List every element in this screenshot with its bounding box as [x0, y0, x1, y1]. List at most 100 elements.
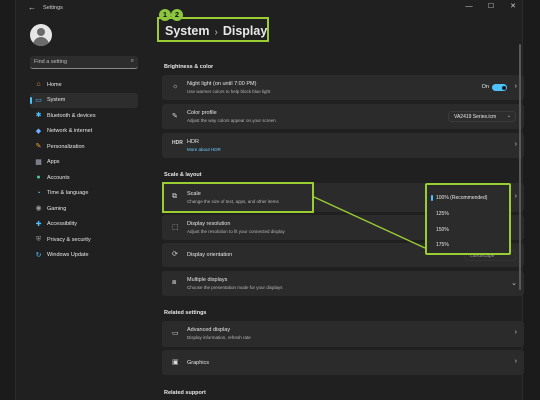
pen-icon: ✎	[172, 113, 178, 120]
back-arrow-icon[interactable]: ←	[28, 3, 36, 12]
advanced-display-title: Advanced display	[187, 327, 231, 333]
sidebar-item-label: Network & internet	[47, 128, 93, 135]
sidebar-item-time-language[interactable]: ◔ Time & language	[30, 186, 138, 202]
sidebar-item-label: Apps	[47, 159, 60, 166]
sidebar-item-label: Gaming	[47, 205, 67, 212]
hdr-row[interactable]: HDR HDR More about HDR ›	[162, 133, 524, 158]
globe-clock-icon: ◔	[36, 189, 41, 197]
sidebar-item-label: Time & language	[47, 190, 89, 197]
sidebar-item-home[interactable]: ⌂ Home	[30, 77, 138, 93]
scale-dropdown-menu[interactable]: 100% (Recommended) 125% 150% 175%	[425, 183, 511, 255]
sidebar-item-network-internet[interactable]: ◆ Network & internet	[30, 124, 138, 140]
shield-icon: ⛨	[35, 236, 42, 244]
search-box[interactable]: ⌕	[30, 56, 138, 69]
section-scale-layout: Scale & layout	[164, 172, 202, 178]
display-resolution-subtitle: Adjust the resolution to fit your connec…	[187, 229, 285, 234]
color-profile-dropdown[interactable]: VA2419 Series.icm ⌄	[448, 111, 516, 122]
avatar-body-shape	[33, 37, 49, 46]
chevron-down-icon[interactable]: ⌄	[511, 279, 517, 287]
home-icon: ⌂	[36, 81, 41, 89]
brush-icon: ✎	[35, 143, 42, 151]
toggle-knob	[501, 85, 506, 90]
orientation-icon: ⟳	[172, 251, 178, 258]
gamepad-icon: ◉	[35, 205, 42, 213]
night-light-subtitle: Use warmer colors to help block blue lig…	[187, 89, 271, 94]
sidebar-item-label: Windows Update	[47, 252, 89, 259]
sidebar-nav: ⌂ Home ▭ System ✱ Bluetooth & devices ◆ Network…	[30, 77, 138, 263]
apps-icon: ▦	[35, 158, 42, 166]
graphics-row[interactable]: ▣ Graphics ›	[162, 350, 524, 375]
color-profile-subtitle: Adjust the way colors appear on your scr…	[187, 118, 276, 123]
section-brightness-color: Brightness & color	[164, 64, 214, 70]
search-icon[interactable]: ⌕	[131, 58, 134, 65]
sidebar-item-accessibility[interactable]: ✚ Accessibility	[30, 217, 138, 233]
breadcrumb-parent[interactable]: System	[165, 24, 209, 38]
scale-option-150[interactable]: 150%	[436, 227, 449, 233]
night-light-title: Night light (on until 7:00 PM)	[187, 81, 257, 87]
scrollbar[interactable]	[519, 44, 521, 290]
sidebar-item-label: System	[47, 97, 66, 104]
monitor-icon: ▭	[172, 330, 179, 337]
multiple-displays-icon: ⧈	[172, 279, 177, 286]
graphics-title: Graphics	[187, 360, 210, 366]
night-light-toggle[interactable]	[492, 84, 507, 91]
chevron-right-icon[interactable]: ›	[515, 329, 517, 336]
color-profile-value: VA2419 Series.icm	[454, 114, 497, 120]
sidebar-item-personalization[interactable]: ✎ Personalization	[30, 139, 138, 155]
sidebar-item-bluetooth-devices[interactable]: ✱ Bluetooth & devices	[30, 108, 138, 124]
night-light-row[interactable]: ☼ Night light (on until 7:00 PM) Use war…	[162, 75, 524, 100]
sidebar-item-label: Home	[47, 81, 62, 88]
annotation-badge-2: 2	[171, 9, 183, 21]
resolution-icon: ⬚	[172, 224, 179, 231]
scale-option-100[interactable]: 100% (Recommended)	[430, 195, 487, 201]
sidebar-item-windows-update[interactable]: ↻ Windows Update	[30, 248, 138, 264]
scale-row-highlight	[162, 182, 314, 213]
chevron-down-icon: ⌄	[506, 113, 511, 119]
advanced-display-subtitle: Display information, refresh rate	[187, 335, 251, 340]
sidebar-item-label: Personalization	[47, 143, 85, 150]
wifi-icon: ◆	[35, 127, 42, 135]
sidebar-item-accounts[interactable]: ● Accounts	[30, 170, 138, 186]
avatar-head-shape	[37, 28, 45, 36]
avatar[interactable]	[30, 24, 52, 46]
main-content: 1 2 System › Display Brightness & color ☼ …	[148, 0, 524, 400]
chevron-right-icon[interactable]: ›	[515, 141, 517, 148]
sun-icon: ☼	[172, 83, 179, 90]
accessibility-icon: ✚	[35, 220, 42, 228]
sidebar-item-system[interactable]: ▭ System	[30, 92, 138, 108]
account-icon: ●	[36, 174, 41, 182]
update-icon: ↻	[35, 251, 42, 259]
multiple-displays-row[interactable]: ⧈ Multiple displays Choose the presentat…	[162, 271, 524, 296]
toggle-state-label: On	[481, 84, 489, 90]
bluetooth-icon: ✱	[35, 112, 42, 120]
multiple-displays-title: Multiple displays	[187, 277, 228, 283]
chevron-right-icon[interactable]: ›	[515, 83, 517, 90]
sidebar-item-apps[interactable]: ▦ Apps	[30, 155, 138, 171]
advanced-display-row[interactable]: ▭ Advanced display Display information, …	[162, 321, 524, 347]
scale-option-125[interactable]: 125%	[436, 211, 449, 217]
sidebar-item-privacy-security[interactable]: ⛨ Privacy & security	[30, 232, 138, 248]
app-title: Settings	[43, 5, 63, 11]
more-about-hdr-link[interactable]: More about HDR	[187, 147, 221, 152]
sidebar-item-label: Privacy & security	[47, 236, 91, 243]
sidebar: ⌕ ⌂ Home ▭ System ✱ Bluetooth & devices ◆ Netwo…	[16, 16, 139, 400]
hdr-title: HDR	[187, 139, 199, 145]
chevron-right-icon: ›	[214, 27, 218, 38]
search-input[interactable]	[34, 56, 122, 68]
chevron-right-icon[interactable]: ›	[515, 358, 517, 365]
multiple-displays-subtitle: Choose the presentation mode for your di…	[187, 285, 283, 290]
page-title: Display	[222, 24, 268, 38]
annotation-badge-1: 1	[159, 9, 171, 21]
sidebar-item-gaming[interactable]: ◉ Gaming	[30, 201, 138, 217]
hdr-icon: HDR	[172, 140, 183, 146]
color-profile-row[interactable]: ✎ Color profile Adjust the way colors ap…	[162, 104, 524, 129]
section-related-settings: Related settings	[164, 310, 207, 316]
graphics-icon: ▣	[172, 359, 179, 366]
display-resolution-title: Display resolution	[187, 221, 231, 227]
section-related-support: Related support	[164, 390, 206, 396]
breadcrumb: System › Display	[165, 24, 267, 38]
color-profile-title: Color profile	[187, 110, 217, 116]
chevron-right-icon[interactable]: ›	[515, 193, 517, 200]
monitor-icon: ▭	[35, 96, 42, 104]
scale-option-175[interactable]: 175%	[436, 242, 449, 248]
